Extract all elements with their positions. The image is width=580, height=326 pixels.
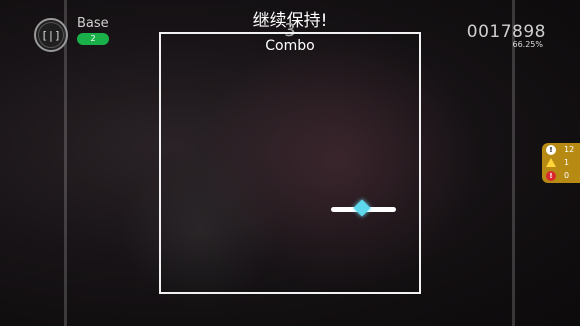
error-icon: ! xyxy=(546,171,556,181)
stat-value-warning: 1 xyxy=(564,158,570,167)
playfield-frame[interactable] xyxy=(159,32,421,294)
stat-row-error: ! 0 xyxy=(546,170,580,182)
stat-value-info: 12 xyxy=(564,145,575,154)
warning-icon xyxy=(546,158,556,167)
stat-value-error: 0 xyxy=(564,171,570,180)
stat-row-info: ! 12 xyxy=(546,144,580,156)
score-display: 0017898 xyxy=(466,22,546,42)
stat-row-warning: 1 xyxy=(546,157,580,169)
accuracy-display: 66.25% xyxy=(512,40,543,49)
info-icon: ! xyxy=(546,145,556,155)
judgement-stats-panel: ! 12 1 ! 0 xyxy=(542,143,580,183)
